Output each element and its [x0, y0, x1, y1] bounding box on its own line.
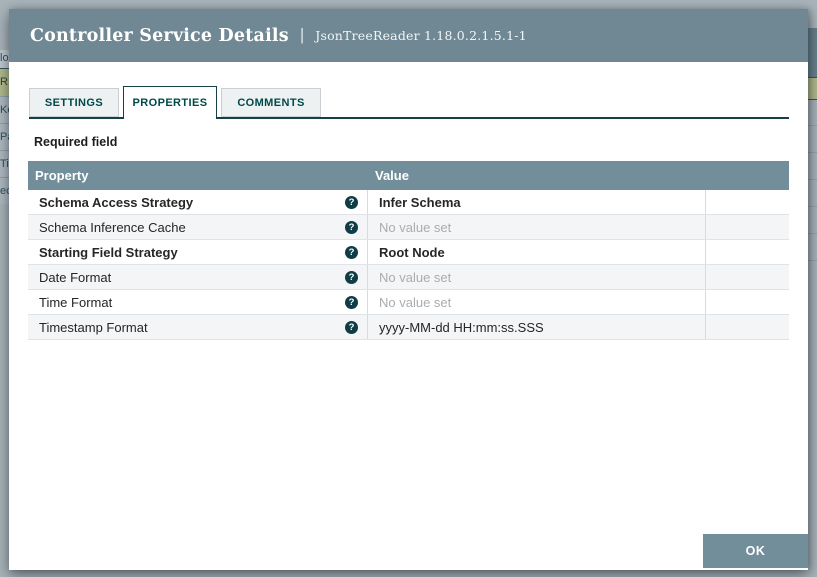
row-extra-cell [706, 240, 789, 264]
property-value: yyyy-MM-dd HH:mm:ss.SSS [379, 319, 544, 335]
tab-properties[interactable]: PROPERTIES [123, 86, 217, 119]
controller-service-details-dialog: Controller Service Details | JsonTreeRea… [9, 9, 808, 570]
property-value: Root Node [379, 244, 445, 260]
row-extra-cell [706, 215, 789, 239]
background-right-line [808, 152, 817, 153]
tab-settings[interactable]: SETTINGS [29, 88, 119, 117]
property-value: No value set [379, 219, 452, 235]
row-extra-cell [706, 290, 789, 314]
required-field-label: Required field [34, 135, 118, 149]
title-separator: | [299, 24, 305, 44]
question-circle-icon[interactable] [345, 320, 358, 334]
row-extra-cell [706, 265, 789, 289]
background-right-line [808, 233, 817, 234]
table-row: Schema Inference Cache No value set [28, 215, 789, 240]
table-row: Starting Field Strategy Root Node [28, 240, 789, 265]
question-circle-icon[interactable] [345, 245, 358, 259]
ok-button[interactable]: OK [703, 534, 808, 568]
question-circle-icon[interactable] [345, 295, 358, 309]
properties-table: Property Value Schema Access Strategy In… [28, 161, 789, 340]
property-value: No value set [379, 269, 452, 285]
question-circle-icon[interactable] [345, 195, 358, 209]
row-extra-cell [706, 315, 789, 339]
question-circle-icon[interactable] [345, 220, 358, 234]
dialog-subtitle: JsonTreeReader 1.18.0.2.1.5.1-1 [315, 28, 527, 43]
background-row-text: R [0, 76, 8, 88]
background-row-text: Ti [0, 158, 9, 170]
properties-table-header: Property Value [28, 161, 789, 190]
column-header-value: Value [375, 168, 409, 183]
tab-comments[interactable]: COMMENTS [221, 88, 321, 117]
background-right-line [808, 179, 817, 180]
property-name: Time Format [39, 294, 113, 310]
property-value: Infer Schema [379, 194, 461, 210]
dialog-title: Controller Service Details [30, 25, 289, 46]
background-right-header [808, 28, 817, 77]
table-row: Timestamp Format yyyy-MM-dd HH:mm:ss.SSS [28, 315, 789, 340]
dialog-tab-bar: SETTINGS PROPERTIES COMMENTS [29, 84, 789, 119]
table-row: Time Format No value set [28, 290, 789, 315]
question-circle-icon[interactable] [345, 270, 358, 284]
property-name: Starting Field Strategy [39, 244, 178, 260]
property-name: Date Format [39, 269, 112, 285]
row-extra-cell [706, 190, 789, 214]
property-name: Schema Inference Cache [39, 219, 186, 235]
table-row: Schema Access Strategy Infer Schema [28, 190, 789, 215]
property-name: Timestamp Format [39, 319, 148, 335]
column-header-property: Property [35, 168, 89, 183]
background-row-text: lo [0, 52, 9, 64]
background-right-line [808, 206, 817, 207]
tab-settings-label: SETTINGS [44, 96, 104, 109]
tab-properties-label: PROPERTIES [132, 97, 208, 109]
table-row: Date Format No value set [28, 265, 789, 290]
property-value: No value set [379, 294, 452, 310]
background-right-highlight [808, 77, 817, 100]
dialog-header: Controller Service Details | JsonTreeRea… [9, 9, 808, 62]
background-right-line [808, 125, 817, 126]
tab-comments-label: COMMENTS [237, 96, 305, 109]
background-right-line [808, 260, 817, 261]
property-name: Schema Access Strategy [39, 194, 194, 210]
